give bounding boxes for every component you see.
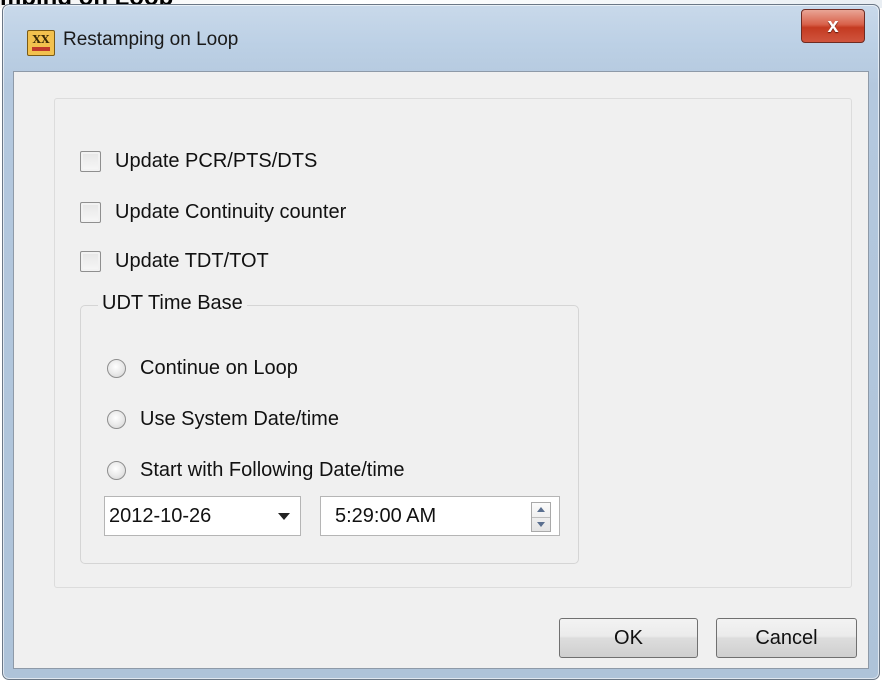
chevron-down-icon[interactable] [278,512,290,520]
update-cc-checkbox[interactable] [80,202,101,223]
continue-on-loop-option[interactable]: Continue on Loop [107,357,298,380]
dialog-client-area: Update PCR/PTS/DTS Update Continuity cou… [13,71,869,669]
spin-down-button[interactable] [532,516,550,532]
app-icon-text: XX [32,33,50,46]
restamping-dialog: XX Restamping on Loop x Update PCR/PTS/D… [2,4,880,680]
date-value: 2012-10-26 [109,504,212,527]
use-system-datetime-label: Use System Date/time [140,408,339,430]
update-tdt-checkbox[interactable] [80,251,101,272]
update-pcr-option[interactable]: Update PCR/PTS/DTS [80,150,317,173]
cancel-button[interactable]: Cancel [716,618,857,658]
start-with-following-radio[interactable] [107,461,126,480]
ok-button[interactable]: OK [559,618,698,658]
continue-on-loop-label: Continue on Loop [140,357,298,379]
use-system-datetime-option[interactable]: Use System Date/time [107,408,339,431]
date-picker[interactable]: 2012-10-26 [104,496,301,536]
use-system-datetime-radio[interactable] [107,410,126,429]
spin-up-button[interactable] [532,503,550,517]
arrow-down-icon [537,521,545,527]
udt-time-base-legend: UDT Time Base [98,292,247,315]
arrow-up-icon [537,507,545,513]
close-icon: x [827,14,839,37]
app-icon-bar [32,47,50,51]
update-cc-label: Update Continuity counter [115,201,347,223]
time-value: 5:29:00 AM [335,504,437,527]
update-cc-option[interactable]: Update Continuity counter [80,201,346,224]
time-picker[interactable]: 5:29:00 AM [320,496,560,536]
window-title: Restamping on Loop [63,29,239,50]
update-tdt-option[interactable]: Update TDT/TOT [80,250,269,273]
time-spinner[interactable] [531,502,551,532]
start-with-following-label: Start with Following Date/time [140,459,405,481]
update-tdt-label: Update TDT/TOT [115,250,269,272]
continue-on-loop-radio[interactable] [107,359,126,378]
close-button[interactable]: x [801,9,865,43]
update-pcr-label: Update PCR/PTS/DTS [115,150,318,172]
app-icon: XX [27,30,55,56]
start-with-following-option[interactable]: Start with Following Date/time [107,459,405,482]
update-pcr-checkbox[interactable] [80,151,101,172]
